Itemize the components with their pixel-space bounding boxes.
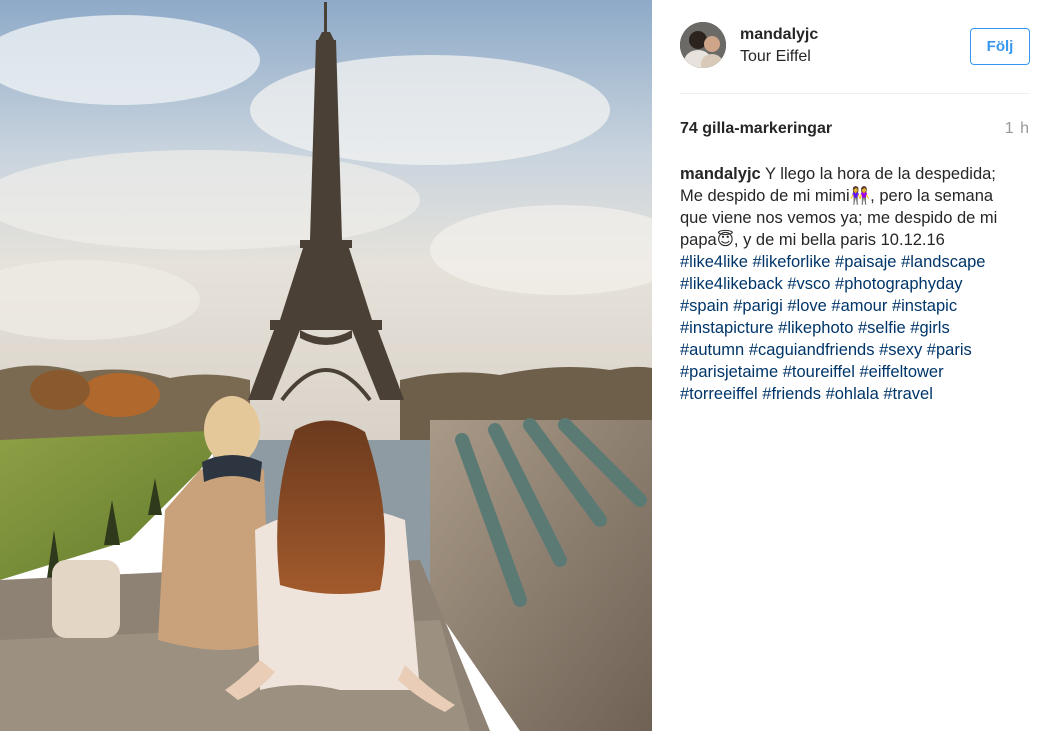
post-header: mandalyjc Tour Eiffel Följ <box>680 22 1030 94</box>
hashtag-link[interactable]: #instapicture <box>680 319 774 337</box>
hashtag-line: #like4like #likeforlike #paisaje #landsc… <box>680 251 1034 273</box>
hashtag-line: #like4likeback #vsco #photographyday <box>680 273 1034 295</box>
caption-line: Me despido de mi mimi👭, pero la semana <box>680 187 994 205</box>
hashtag-link[interactable]: #selfie <box>858 319 906 337</box>
hashtag-link[interactable]: #love <box>787 297 826 315</box>
hashtag-link[interactable]: #girls <box>910 319 949 337</box>
follow-button[interactable]: Följ <box>970 28 1030 65</box>
post-caption: mandalyjc Y llego la hora de la despedid… <box>680 163 1034 405</box>
hashtag-link[interactable]: #instapic <box>892 297 957 315</box>
hashtag-link[interactable]: #toureiffel <box>783 363 855 381</box>
post-time[interactable]: 1 h <box>1005 120 1030 138</box>
hashtag-line: #autumn #caguiandfriends #sexy #paris <box>680 339 1034 361</box>
caption-text: Y llego la hora de la despedida; <box>765 165 996 183</box>
hashtag-link[interactable]: #sexy <box>879 341 922 359</box>
hashtag-line: #parisjetaime #toureiffel #eiffeltower <box>680 361 1034 383</box>
caption-username[interactable]: mandalyjc <box>680 165 761 183</box>
hashtag-link[interactable]: #landscape <box>901 253 985 271</box>
hashtag-link[interactable]: #torreeiffel <box>680 385 758 403</box>
caption-line: papa😇, y de mi bella paris 10.12.16 <box>680 231 945 249</box>
hashtag-link[interactable]: #parigi <box>733 297 783 315</box>
hashtag-link[interactable]: #amour <box>831 297 887 315</box>
post-side-panel: mandalyjc Tour Eiffel Följ 74 gilla-mark… <box>652 0 1058 731</box>
hashtag-link[interactable]: #caguiandfriends <box>749 341 875 359</box>
hashtag-link[interactable]: #likephoto <box>778 319 853 337</box>
hashtag-link[interactable]: #photographyday <box>835 275 963 293</box>
avatar[interactable] <box>680 22 726 68</box>
hashtag-list: #like4like #likeforlike #paisaje #landsc… <box>680 251 1034 405</box>
post-meta: 74 gilla-markeringar 1 h <box>680 120 1030 140</box>
hashtag-line: #torreeiffel #friends #ohlala #travel <box>680 383 1034 405</box>
hashtag-link[interactable]: #parisjetaime <box>680 363 778 381</box>
hashtag-line: #spain #parigi #love #amour #instapic <box>680 295 1034 317</box>
hashtag-link[interactable]: #likeforlike <box>752 253 830 271</box>
eiffel-tower-photo <box>0 0 652 731</box>
hashtag-link[interactable]: #like4like <box>680 253 748 271</box>
caption-line: que viene nos vemos ya; me despido de mi <box>680 209 998 227</box>
likes-count[interactable]: 74 gilla-markeringar <box>680 120 832 138</box>
hashtag-link[interactable]: #autumn <box>680 341 744 359</box>
hashtag-link[interactable]: #paris <box>927 341 972 359</box>
hashtag-link[interactable]: #like4likeback <box>680 275 783 293</box>
hashtag-link[interactable]: #spain <box>680 297 729 315</box>
hashtag-link[interactable]: #travel <box>883 385 933 403</box>
hashtag-link[interactable]: #vsco <box>787 275 830 293</box>
location-link[interactable]: Tour Eiffel <box>740 48 811 66</box>
hashtag-link[interactable]: #friends <box>762 385 821 403</box>
hashtag-link[interactable]: #paisaje <box>835 253 896 271</box>
profile-photo-icon <box>680 22 726 68</box>
username-link[interactable]: mandalyjc <box>740 26 818 44</box>
hashtag-link[interactable]: #eiffeltower <box>860 363 944 381</box>
hashtag-line: #instapicture #likephoto #selfie #girls <box>680 317 1034 339</box>
hashtag-link[interactable]: #ohlala <box>826 385 879 403</box>
caption-line: mandalyjc Y llego la hora de la despedid… <box>680 163 1034 185</box>
post-photo[interactable] <box>0 0 652 731</box>
